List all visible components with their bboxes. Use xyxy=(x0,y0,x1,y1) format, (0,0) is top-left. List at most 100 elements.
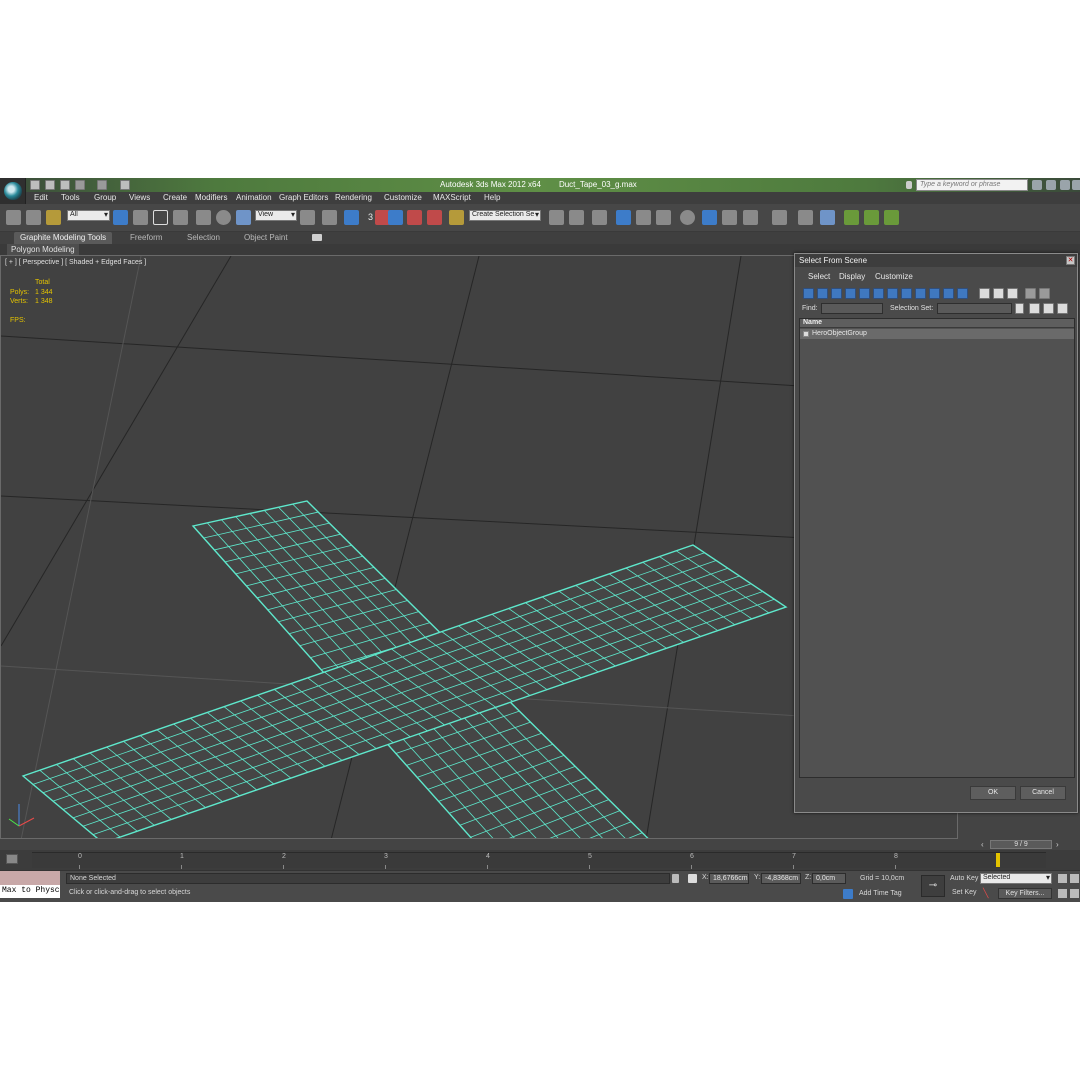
scale-icon[interactable] xyxy=(236,210,251,225)
mini-curve-editor-icon[interactable] xyxy=(6,854,18,864)
create-selection-set-icon[interactable] xyxy=(1029,303,1040,314)
add-time-tag[interactable]: Add Time Tag xyxy=(859,890,902,897)
rotate-icon[interactable] xyxy=(216,210,231,225)
time-slider[interactable]: 9 / 9 xyxy=(990,840,1052,849)
set-key-key-icon[interactable]: ⊸ xyxy=(921,875,945,897)
align-icon[interactable] xyxy=(569,210,584,225)
timeline[interactable]: 0 1 2 3 4 5 6 7 8 xyxy=(0,850,1080,870)
mirror-icon[interactable] xyxy=(549,210,564,225)
ok-button[interactable]: OK xyxy=(970,786,1016,800)
infocenter-search-input[interactable]: Type a keyword or phrase xyxy=(916,179,1028,191)
physx-tool-2-icon[interactable] xyxy=(864,210,879,225)
menu-help[interactable]: Help xyxy=(484,193,500,202)
subscription-icon[interactable] xyxy=(1046,180,1056,190)
find-input[interactable] xyxy=(821,303,883,314)
spinner-snap-icon[interactable] xyxy=(427,210,442,225)
menu-views[interactable]: Views xyxy=(129,193,150,202)
menu-animation[interactable]: Animation xyxy=(236,193,272,202)
favorites-icon[interactable] xyxy=(1072,180,1080,190)
save-file-icon[interactable] xyxy=(60,180,70,190)
keyboard-shortcut-override-icon[interactable] xyxy=(344,210,359,225)
display-all-icon[interactable] xyxy=(979,288,990,299)
filter-options-icon[interactable] xyxy=(1039,288,1050,299)
absolute-mode-icon[interactable] xyxy=(688,874,697,883)
rendered-frame-window-icon[interactable] xyxy=(722,210,737,225)
auto-key-button[interactable]: Auto Key xyxy=(950,875,978,882)
schematic-view-icon[interactable] xyxy=(656,210,671,225)
open-file-icon[interactable] xyxy=(45,180,55,190)
layer-manager-icon[interactable] xyxy=(592,210,607,225)
render-setup-icon[interactable] xyxy=(702,210,717,225)
menu-customize[interactable]: Customize xyxy=(384,193,422,202)
dialog-menu-display[interactable]: Display xyxy=(839,272,865,281)
display-space-warps-icon[interactable] xyxy=(873,288,884,299)
maxscript-listener-output[interactable] xyxy=(0,871,60,885)
menu-rendering[interactable]: Rendering xyxy=(335,193,372,202)
pivot-center-icon[interactable] xyxy=(300,210,315,225)
link-icon[interactable] xyxy=(6,210,21,225)
menu-maxscript[interactable]: MAXScript xyxy=(433,193,471,202)
display-frozen-icon[interactable] xyxy=(943,288,954,299)
maxscript-listener-input[interactable]: Max to Physc xyxy=(0,885,60,898)
key-mode-toggle-icon[interactable]: ╲ xyxy=(983,889,995,899)
column-header-name[interactable]: Name xyxy=(800,319,1074,328)
current-frame-marker[interactable] xyxy=(996,853,1000,867)
z-coordinate-field[interactable]: 0,0cm xyxy=(812,873,846,884)
tab-freeform[interactable]: Freeform xyxy=(130,233,162,242)
display-lights-icon[interactable] xyxy=(831,288,842,299)
remove-from-selection-set-icon[interactable] xyxy=(1057,303,1068,314)
dialog-menu-customize[interactable]: Customize xyxy=(875,272,913,281)
selection-set-arrow-icon[interactable] xyxy=(1015,303,1024,314)
key-mode-icon[interactable] xyxy=(1058,889,1067,898)
menu-tools[interactable]: Tools xyxy=(61,193,80,202)
physx-tool-3-icon[interactable] xyxy=(884,210,899,225)
physx-tool-1-icon[interactable] xyxy=(844,210,859,225)
key-mode-dropdown[interactable]: Selected xyxy=(980,873,1052,884)
render-production-icon[interactable] xyxy=(743,210,758,225)
reference-coordinate-dropdown[interactable]: View xyxy=(255,210,297,221)
ribbon-options-icon[interactable] xyxy=(312,234,322,241)
menu-edit[interactable]: Edit xyxy=(34,193,48,202)
selection-set-dropdown[interactable] xyxy=(937,303,1012,314)
asset-icon[interactable] xyxy=(820,210,835,225)
display-bones-icon[interactable] xyxy=(915,288,926,299)
curve-editor-icon[interactable] xyxy=(636,210,651,225)
key-filters-button[interactable]: Key Filters... xyxy=(998,888,1052,899)
timeline-track[interactable]: 0 1 2 3 4 5 6 7 8 xyxy=(32,852,1046,869)
material-editor-icon[interactable] xyxy=(680,210,695,225)
graphite-toggle-icon[interactable] xyxy=(616,210,631,225)
percent-snap-icon[interactable] xyxy=(407,210,422,225)
display-none-icon[interactable] xyxy=(993,288,1004,299)
close-icon[interactable]: ✕ xyxy=(1066,256,1075,265)
list-item[interactable]: HeroObjectGroup xyxy=(800,329,1074,339)
x-coordinate-field[interactable]: 18,6766cm xyxy=(709,873,749,884)
project-folder-icon[interactable] xyxy=(120,180,130,190)
time-config-icon[interactable] xyxy=(1070,889,1079,898)
binoculars-icon[interactable] xyxy=(1032,180,1042,190)
snap-toggle-label[interactable]: 3 xyxy=(368,212,373,222)
scene-object-list[interactable]: Name HeroObjectGroup xyxy=(799,318,1075,778)
dialog-menu-select[interactable]: Select xyxy=(808,272,830,281)
menu-group[interactable]: Group xyxy=(94,193,116,202)
tab-graphite-modeling-tools[interactable]: Graphite Modeling Tools xyxy=(14,232,113,244)
viewport-label[interactable]: [ + ] [ Perspective ] [ Shaded + Edged F… xyxy=(5,259,146,266)
display-geometry-icon[interactable] xyxy=(803,288,814,299)
time-tag-icon[interactable] xyxy=(843,889,853,899)
display-cameras-icon[interactable] xyxy=(845,288,856,299)
selection-filter-dropdown[interactable]: All xyxy=(67,210,110,221)
display-xrefs-icon[interactable] xyxy=(901,288,912,299)
menu-create[interactable]: Create xyxy=(163,193,187,202)
tab-object-paint[interactable]: Object Paint xyxy=(244,233,288,242)
select-by-name-icon[interactable] xyxy=(133,210,148,225)
menu-graph-editors[interactable]: Graph Editors xyxy=(279,193,328,202)
polygon-modeling-panel[interactable]: Polygon Modeling xyxy=(7,244,79,255)
cancel-button[interactable]: Cancel xyxy=(1020,786,1066,800)
rectangular-selection-icon[interactable] xyxy=(153,210,168,225)
tab-selection[interactable]: Selection xyxy=(187,233,220,242)
select-manipulate-icon[interactable] xyxy=(322,210,337,225)
bind-space-warp-icon[interactable] xyxy=(46,210,61,225)
display-containers-icon[interactable] xyxy=(929,288,940,299)
move-icon[interactable] xyxy=(196,210,211,225)
named-selection-sets-dropdown[interactable]: Create Selection Se xyxy=(469,210,541,221)
window-crossing-icon[interactable] xyxy=(173,210,188,225)
